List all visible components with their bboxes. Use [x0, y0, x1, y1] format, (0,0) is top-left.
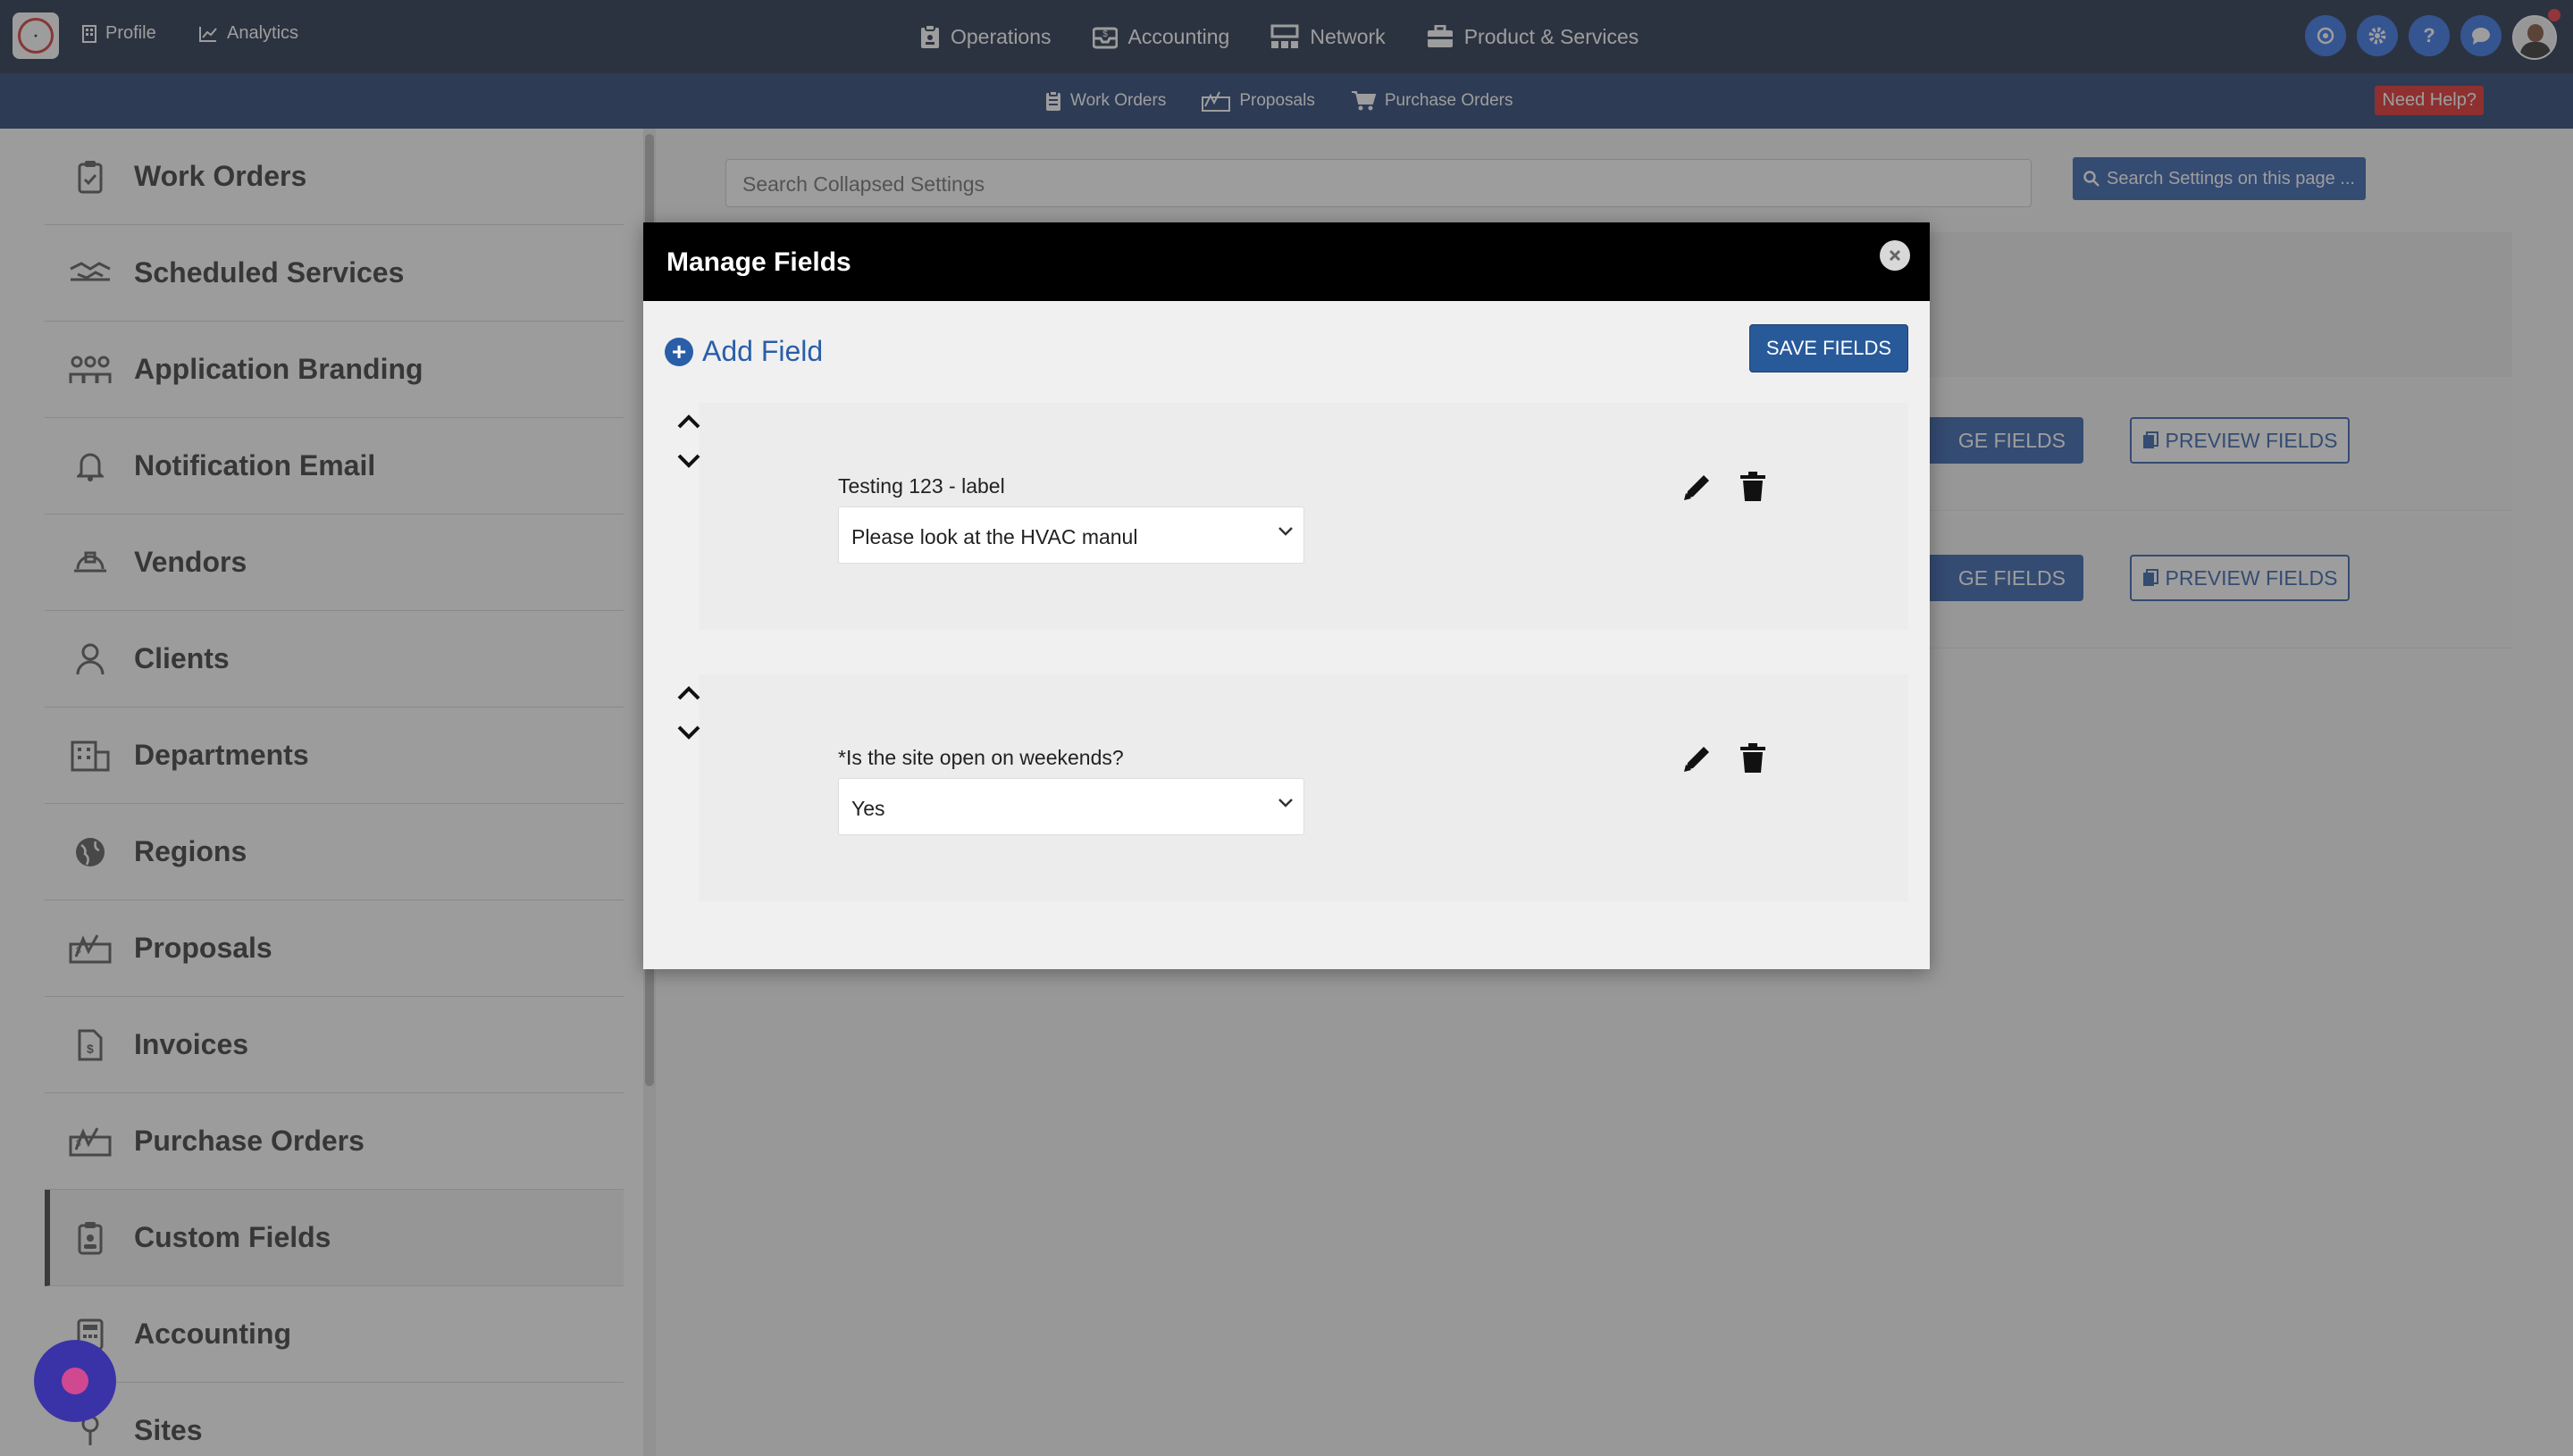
- chevron-down-icon: [677, 454, 700, 468]
- chevron-down-icon: [1278, 799, 1293, 807]
- move-down-button[interactable]: [675, 719, 702, 746]
- add-field-button[interactable]: + Add Field: [665, 335, 823, 368]
- modal-header: Manage Fields: [643, 222, 1930, 301]
- field-actions: [1681, 742, 1769, 774]
- chevron-down-icon: [1278, 527, 1293, 536]
- edit-field-button[interactable]: [1681, 471, 1714, 503]
- support-chat-bubble[interactable]: [34, 1340, 116, 1422]
- field-select-value: Please look at the HVAC manul: [851, 525, 1138, 548]
- chevron-up-icon: [677, 414, 700, 429]
- trash-icon: [1740, 743, 1765, 773]
- save-fields-button[interactable]: SAVE FIELDS: [1749, 324, 1908, 372]
- chat-bubble-icon: [62, 1368, 88, 1394]
- reorder-controls: [675, 680, 711, 746]
- field-label: Testing 123 - label: [838, 474, 1005, 498]
- field-actions: [1681, 471, 1769, 503]
- pencil-icon: [1684, 475, 1709, 500]
- trash-icon: [1740, 472, 1765, 501]
- custom-field-card: *Is the site open on weekends? Yes: [677, 674, 1908, 901]
- delete-field-button[interactable]: [1737, 742, 1769, 774]
- delete-field-button[interactable]: [1737, 471, 1769, 503]
- move-down-button[interactable]: [675, 448, 702, 474]
- field-select[interactable]: Please look at the HVAC manul: [838, 506, 1304, 564]
- pencil-icon: [1684, 747, 1709, 772]
- edit-field-button[interactable]: [1681, 742, 1714, 774]
- chevron-down-icon: [677, 725, 700, 740]
- close-icon: [1889, 249, 1901, 262]
- field-select[interactable]: Yes: [838, 778, 1304, 835]
- add-field-label: Add Field: [702, 335, 824, 367]
- custom-field-card: Testing 123 - label Please look at the H…: [677, 403, 1908, 630]
- modal-title: Manage Fields: [666, 247, 851, 277]
- move-up-button[interactable]: [675, 408, 702, 435]
- field-select-value: Yes: [851, 797, 885, 820]
- close-button[interactable]: [1880, 240, 1910, 271]
- plus-circle-icon: +: [665, 337, 693, 366]
- field-label: *Is the site open on weekends?: [838, 746, 1124, 769]
- manage-fields-modal: Manage Fields + Add Field SAVE FIELDS Te…: [643, 222, 1930, 969]
- move-up-button[interactable]: [675, 680, 702, 707]
- reorder-controls: [675, 408, 711, 474]
- chevron-up-icon: [677, 686, 700, 700]
